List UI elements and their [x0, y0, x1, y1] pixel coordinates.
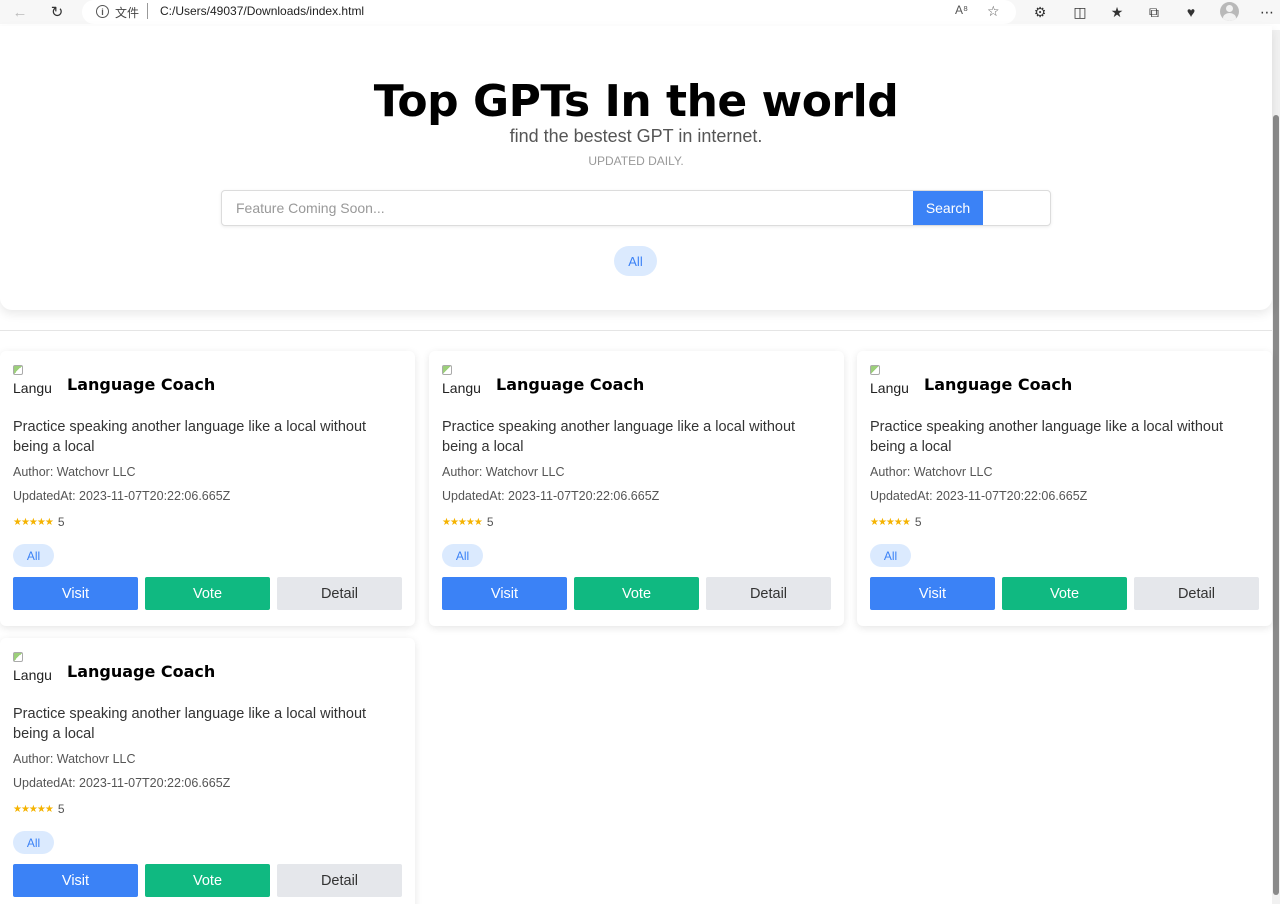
gpt-updated-at: UpdatedAt: 2023-11-07T20:22:06.665Z — [442, 489, 660, 503]
gpt-rating: ★★★★★ 5 — [442, 515, 494, 529]
read-aloud-icon[interactable]: A⁸ — [955, 3, 968, 17]
address-bar[interactable]: i 文件 C:/Users/49037/Downloads/index.html… — [82, 0, 1016, 24]
back-arrow-icon[interactable]: ← — [9, 1, 31, 23]
broken-image-icon — [870, 365, 880, 375]
gpt-author: Author: Watchovr LLC — [13, 752, 136, 766]
browser-toolbar: ← ↻ i 文件 C:/Users/49037/Downloads/index.… — [0, 0, 1280, 24]
favorite-star-icon[interactable]: ☆ — [987, 3, 1000, 20]
gpt-title: Language Coach — [924, 375, 1073, 394]
gpt-author: Author: Watchovr LLC — [13, 465, 136, 479]
gpt-rating: ★★★★★ 5 — [870, 515, 922, 529]
reload-icon[interactable]: ↻ — [46, 1, 68, 23]
gpt-image: Langu — [13, 652, 55, 684]
gpt-updated-at: UpdatedAt: 2023-11-07T20:22:06.665Z — [13, 776, 231, 790]
gpt-image-alt: Langu — [13, 380, 52, 396]
visit-button[interactable]: Visit — [870, 577, 995, 610]
gpt-card: Langu Language Coach Practice speaking a… — [0, 351, 415, 626]
rating-value: 5 — [57, 802, 65, 816]
gpt-updated-at: UpdatedAt: 2023-11-07T20:22:06.665Z — [13, 489, 231, 503]
section-divider — [0, 330, 1272, 331]
gpt-image: Langu — [870, 365, 912, 397]
category-chip[interactable]: All — [870, 544, 911, 567]
rating-stars-icon: ★★★★★ — [442, 516, 483, 528]
visit-button[interactable]: Visit — [442, 577, 567, 610]
rating-value: 5 — [914, 515, 922, 529]
page-subtitle: find the bestest GPT in internet. — [509, 126, 763, 146]
gpt-updated-at: UpdatedAt: 2023-11-07T20:22:06.665Z — [870, 489, 1088, 503]
gpt-title: Language Coach — [496, 375, 645, 394]
rating-value: 5 — [486, 515, 494, 529]
vote-button[interactable]: Vote — [1002, 577, 1127, 610]
detail-button[interactable]: Detail — [277, 577, 402, 610]
browser-essentials-icon[interactable]: ♥ — [1181, 2, 1201, 22]
scrollbar-thumb[interactable] — [1273, 115, 1279, 895]
gpt-author: Author: Watchovr LLC — [870, 465, 993, 479]
gpt-rating: ★★★★★ 5 — [13, 515, 65, 529]
hero-section: Top GPTs In the world find the bestest G… — [0, 26, 1272, 310]
info-icon[interactable]: i — [96, 5, 109, 18]
gpt-description: Practice speaking another language like … — [442, 419, 796, 455]
page-title: Top GPTs In the world — [373, 76, 899, 127]
gpt-description: Practice speaking another language like … — [870, 419, 1224, 455]
address-url[interactable]: C:/Users/49037/Downloads/index.html — [160, 4, 364, 18]
more-menu-icon[interactable]: ⋯ — [1257, 2, 1277, 22]
detail-button[interactable]: Detail — [1134, 577, 1259, 610]
gpt-image-alt: Langu — [13, 667, 52, 683]
gpt-card: Langu Language Coach Practice speaking a… — [429, 351, 844, 626]
rating-stars-icon: ★★★★★ — [13, 516, 54, 528]
search-button[interactable]: Search — [913, 191, 983, 225]
collections-icon[interactable]: ⧉ — [1144, 2, 1164, 22]
gpt-image-alt: Langu — [870, 380, 909, 396]
broken-image-icon — [13, 652, 23, 662]
gpt-image: Langu — [13, 365, 55, 397]
broken-image-icon — [13, 365, 23, 375]
updated-note: UPDATED DAILY. — [588, 154, 684, 168]
category-chip-all[interactable]: All — [614, 246, 657, 276]
rating-value: 5 — [57, 515, 65, 529]
gpt-card: Langu Language Coach Practice speaking a… — [0, 638, 415, 904]
vote-button[interactable]: Vote — [145, 864, 270, 897]
visit-button[interactable]: Visit — [13, 864, 138, 897]
gpt-title: Language Coach — [67, 375, 216, 394]
split-screen-icon[interactable]: ◫ — [1070, 2, 1090, 22]
category-chip[interactable]: All — [442, 544, 483, 567]
profile-avatar[interactable] — [1220, 2, 1239, 21]
gpt-title: Language Coach — [67, 662, 216, 681]
detail-button[interactable]: Detail — [277, 864, 402, 897]
vote-button[interactable]: Vote — [574, 577, 699, 610]
favorites-icon[interactable]: ★ — [1107, 2, 1127, 22]
address-scheme-label: 文件 — [115, 6, 140, 20]
gpt-author: Author: Watchovr LLC — [442, 465, 565, 479]
rating-stars-icon: ★★★★★ — [870, 516, 911, 528]
gpt-description: Practice speaking another language like … — [13, 706, 367, 742]
gpt-card: Langu Language Coach Practice speaking a… — [857, 351, 1272, 626]
gpt-description: Practice speaking another language like … — [13, 419, 367, 455]
gpt-image-alt: Langu — [442, 380, 481, 396]
gpt-rating: ★★★★★ 5 — [13, 802, 65, 816]
search-input[interactable] — [222, 191, 912, 225]
rating-stars-icon: ★★★★★ — [13, 803, 54, 815]
address-separator — [147, 3, 148, 19]
extensions-icon[interactable]: ⚙ — [1030, 2, 1050, 22]
category-chip[interactable]: All — [13, 544, 54, 567]
visit-button[interactable]: Visit — [13, 577, 138, 610]
detail-button[interactable]: Detail — [706, 577, 831, 610]
vote-button[interactable]: Vote — [145, 577, 270, 610]
search-bar: Search — [221, 190, 1051, 226]
gpt-image: Langu — [442, 365, 484, 397]
category-chip[interactable]: All — [13, 831, 54, 854]
broken-image-icon — [442, 365, 452, 375]
